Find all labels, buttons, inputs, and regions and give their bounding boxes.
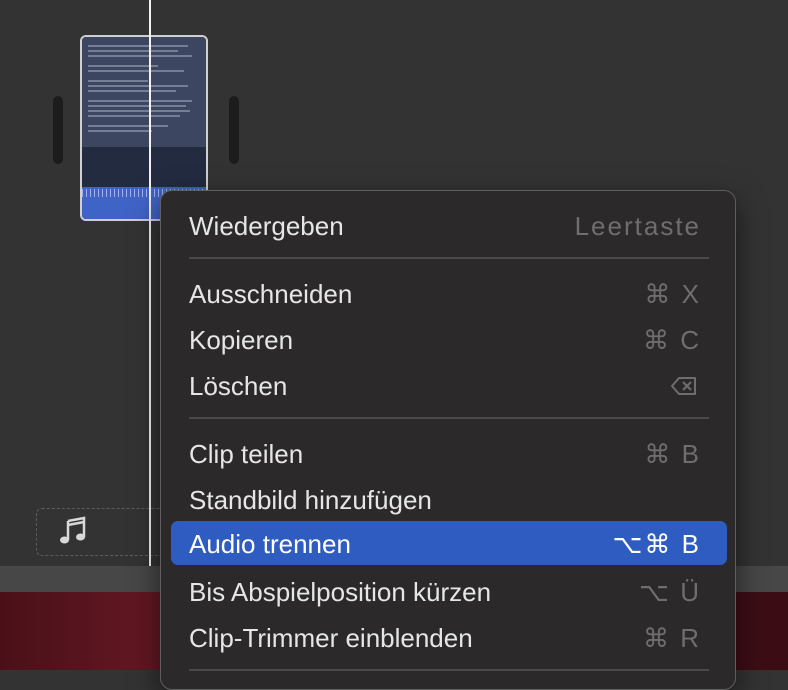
menu-item-shortcut: ⌥⌘ B (612, 529, 701, 559)
menu-item-shortcut: ⌘ C (643, 325, 701, 355)
menu-item-label: Standbild hinzufügen (189, 485, 432, 515)
menu-item-play[interactable]: Wiedergeben Leertaste (171, 203, 727, 247)
clip-trim-handle-right[interactable] (229, 96, 239, 164)
music-note-icon (60, 516, 86, 544)
menu-item-shortcut: ⌘ B (644, 439, 701, 469)
menu-item-delete[interactable]: Löschen (171, 363, 727, 407)
menu-item-label: Wiedergeben (189, 211, 344, 241)
menu-item-show-clip-trimmer[interactable]: Clip-Trimmer einblenden ⌘ R (171, 615, 727, 659)
menu-item-label: Clip-Trimmer einblenden (189, 623, 473, 653)
menu-separator (189, 417, 709, 419)
menu-separator (189, 669, 709, 671)
menu-item-label: Clip teilen (189, 439, 304, 469)
menu-item-split-clip[interactable]: Clip teilen ⌘ B (171, 431, 727, 475)
menu-item-trim-to-playhead[interactable]: Bis Abspielposition kürzen ⌥ Ü (171, 569, 727, 613)
menu-item-add-freeze-frame[interactable]: Standbild hinzufügen (171, 477, 727, 521)
clip-trim-handle-left[interactable] (53, 96, 63, 164)
menu-separator (189, 257, 709, 259)
menu-item-detach-audio[interactable]: Audio trennen ⌥⌘ B (171, 521, 727, 565)
menu-item-label: Bis Abspielposition kürzen (189, 577, 492, 607)
menu-item-copy[interactable]: Kopieren ⌘ C (171, 317, 727, 361)
menu-item-cut[interactable]: Ausschneiden ⌘ X (171, 271, 727, 315)
menu-item-shortcut: ⌘ R (643, 623, 701, 653)
menu-item-label: Kopieren (189, 325, 294, 355)
menu-item-shortcut: ⌘ X (644, 279, 701, 309)
context-menu: Wiedergeben Leertaste Ausschneiden ⌘ X K… (160, 190, 736, 690)
menu-item-label: Audio trennen (189, 529, 351, 559)
menu-item-label: Löschen (189, 371, 288, 401)
menu-item-shortcut: ⌥ Ü (639, 577, 701, 607)
playhead[interactable] (149, 0, 151, 566)
menu-item-shortcut: Leertaste (574, 211, 701, 241)
delete-key-icon (671, 377, 696, 395)
clip-thumbnail-lower (82, 147, 206, 191)
menu-item-label: Ausschneiden (189, 279, 353, 309)
